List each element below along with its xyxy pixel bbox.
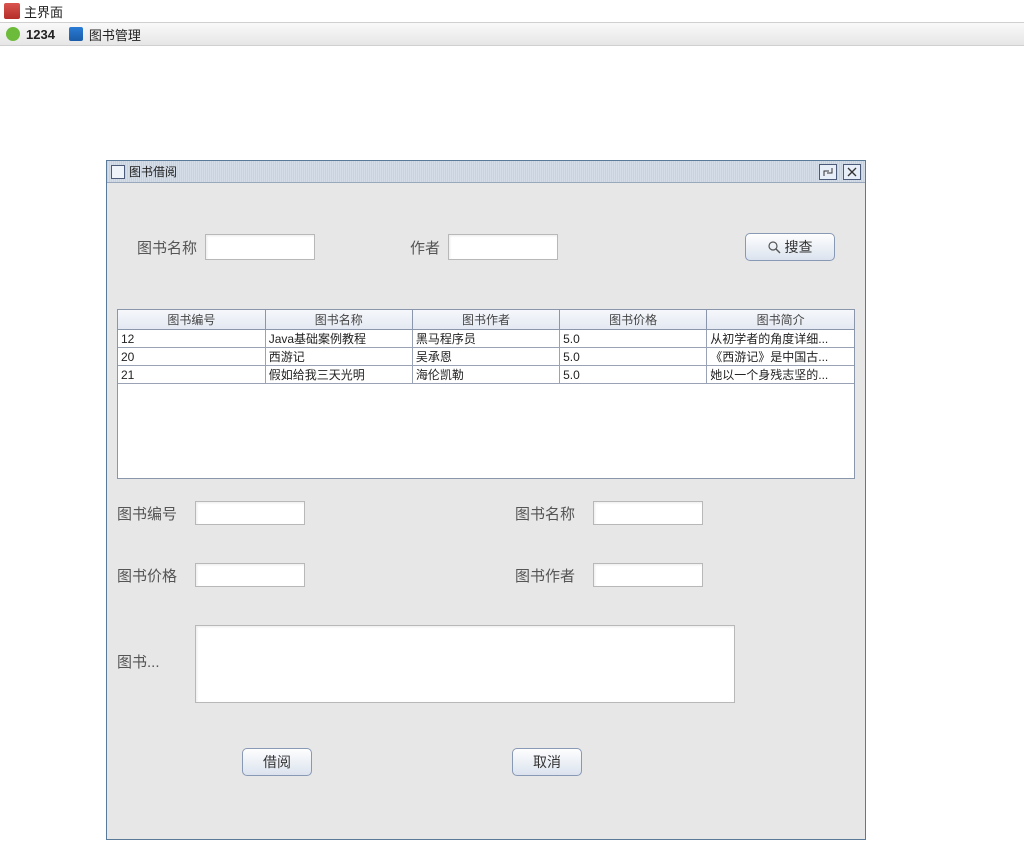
app-title: 主界面 [24, 2, 63, 21]
col-book-desc[interactable]: 图书简介 [707, 310, 854, 330]
book-manage-icon [69, 27, 83, 41]
close-button[interactable] [843, 164, 861, 180]
cell-id[interactable]: 21 [118, 366, 265, 384]
window-title: 图书借阅 [129, 163, 177, 180]
cell-desc[interactable]: 从初学者的角度详细... [707, 330, 854, 348]
detail-author-input[interactable] [593, 563, 703, 587]
borrow-button[interactable]: 借阅 [242, 748, 312, 776]
app-titlebar: 主界面 [0, 0, 1024, 22]
user-icon [6, 27, 20, 41]
window-icon [111, 165, 125, 179]
search-icon [768, 241, 781, 254]
col-book-id[interactable]: 图书编号 [118, 310, 265, 330]
detail-id-label: 图书编号 [117, 503, 195, 524]
table-row[interactable]: 12Java基础案例教程黑马程序员5.0从初学者的角度详细... [118, 330, 854, 348]
cell-author[interactable]: 黑马程序员 [412, 330, 559, 348]
user-label: 1234 [26, 27, 55, 42]
book-table[interactable]: 图书编号 图书名称 图书作者 图书价格 图书简介 12Java基础案例教程黑马程… [117, 309, 855, 479]
internal-frame-body: 大头猿源码 图书名称 作者 搜查 [107, 183, 865, 839]
search-name-label: 图书名称 [137, 237, 197, 258]
search-name-input[interactable] [205, 234, 315, 260]
cell-name[interactable]: Java基础案例教程 [265, 330, 412, 348]
col-book-price[interactable]: 图书价格 [560, 310, 707, 330]
table-row[interactable]: 20西游记吴承恩5.0《西游记》是中国古... [118, 348, 854, 366]
detail-price-input[interactable] [195, 563, 305, 587]
borrow-button-label: 借阅 [263, 752, 291, 772]
search-author-label: 作者 [410, 237, 440, 258]
cell-desc[interactable]: 她以一个身残志坚的... [707, 366, 854, 384]
search-button-label: 搜查 [785, 237, 813, 257]
table-row[interactable]: 21假如给我三天光明海伦凯勒5.0她以一个身残志坚的... [118, 366, 854, 384]
cell-price[interactable]: 5.0 [560, 330, 707, 348]
cancel-button-label: 取消 [533, 752, 561, 772]
detail-author-label: 图书作者 [515, 565, 593, 586]
detail-form: 图书编号 图书名称 图书价格 图书作者 图书... [107, 501, 865, 776]
java-icon [4, 3, 20, 19]
maximize-button[interactable] [819, 164, 837, 180]
toolbar: 1234 图书管理 [0, 22, 1024, 46]
search-button[interactable]: 搜查 [745, 233, 835, 261]
detail-name-label: 图书名称 [515, 503, 593, 524]
internal-frame-titlebar[interactable]: 图书借阅 [107, 161, 865, 183]
detail-name-input[interactable] [593, 501, 703, 525]
cell-name[interactable]: 西游记 [265, 348, 412, 366]
cell-author[interactable]: 海伦凯勒 [412, 366, 559, 384]
detail-desc-label: 图书... [117, 625, 195, 672]
detail-price-label: 图书价格 [117, 565, 195, 586]
search-row: 图书名称 作者 搜查 [107, 233, 865, 261]
desktop-area: 图书借阅 大头猿源码 图书名称 作者 [0, 46, 1024, 863]
cancel-button[interactable]: 取消 [512, 748, 582, 776]
cell-price[interactable]: 5.0 [560, 348, 707, 366]
col-book-author[interactable]: 图书作者 [412, 310, 559, 330]
menu-book-manage[interactable]: 图书管理 [89, 25, 141, 44]
col-book-name[interactable]: 图书名称 [265, 310, 412, 330]
cell-author[interactable]: 吴承恩 [412, 348, 559, 366]
detail-desc-input[interactable] [195, 625, 735, 703]
cell-name[interactable]: 假如给我三天光明 [265, 366, 412, 384]
cell-desc[interactable]: 《西游记》是中国古... [707, 348, 854, 366]
table-header-row: 图书编号 图书名称 图书作者 图书价格 图书简介 [118, 310, 854, 330]
search-author-input[interactable] [448, 234, 558, 260]
cell-price[interactable]: 5.0 [560, 366, 707, 384]
detail-id-input[interactable] [195, 501, 305, 525]
cell-id[interactable]: 20 [118, 348, 265, 366]
internal-frame-book-borrow: 图书借阅 大头猿源码 图书名称 作者 [106, 160, 866, 840]
cell-id[interactable]: 12 [118, 330, 265, 348]
